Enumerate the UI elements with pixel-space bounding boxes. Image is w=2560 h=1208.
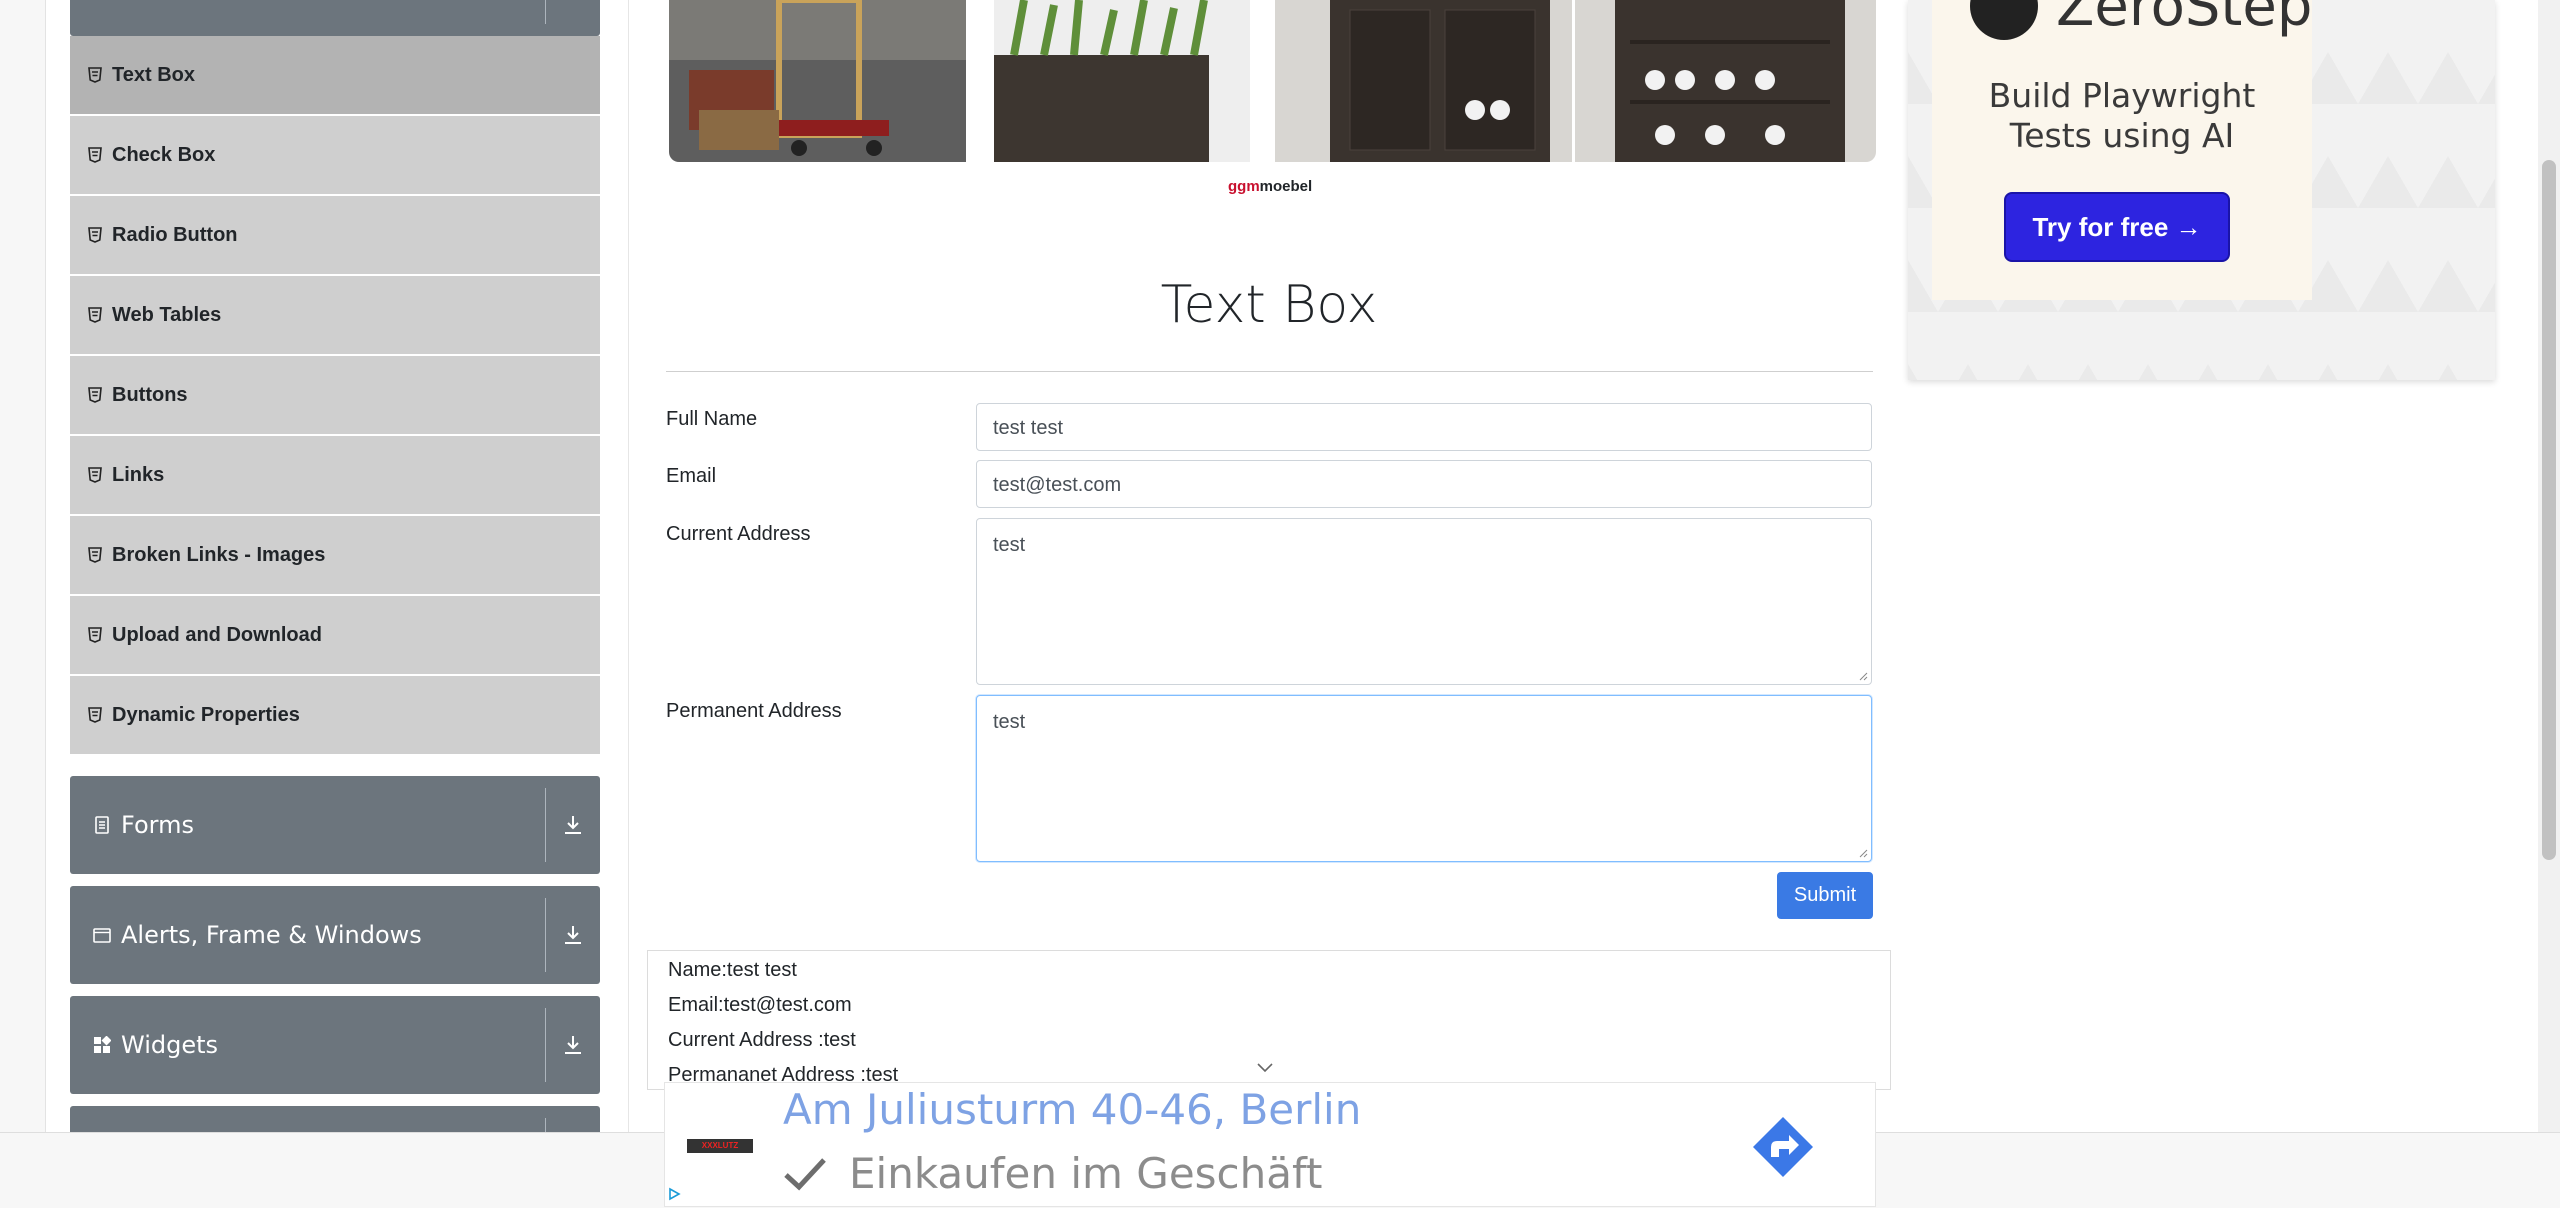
zerostep-headline-line-1: Build Playwright xyxy=(1988,76,2256,115)
permanent-address-textarea[interactable]: test xyxy=(976,695,1872,862)
sidebar-item-check-box[interactable]: Check Box xyxy=(70,116,600,196)
widgets-icon xyxy=(94,1036,111,1053)
ad-logo: XXXLUTZ xyxy=(687,1139,753,1153)
sidebar-item-label: Radio Button xyxy=(112,223,238,246)
left-gutter xyxy=(0,0,46,1207)
full-name-value: test test xyxy=(993,417,1064,439)
ad-brand-label[interactable]: ggmmoebel xyxy=(1228,178,1312,195)
output-email: Email:test@test.com xyxy=(668,994,852,1016)
zerostep-brand: ZeroStep xyxy=(2056,0,2313,39)
sidebar-item-label: Web Tables xyxy=(112,303,222,326)
group-widgets-toggle[interactable] xyxy=(545,1008,600,1082)
sidebar-item-text-box[interactable]: Text Box xyxy=(70,36,600,116)
sidebar-item-label: Dynamic Properties xyxy=(112,703,300,726)
zerostep-ad[interactable]: ZeroStep Build Playwright Tests using AI… xyxy=(1908,0,2495,380)
html5-icon xyxy=(88,707,102,723)
group-label: Alerts, Frame & Windows xyxy=(121,921,422,949)
sidebar-item-links[interactable]: Links xyxy=(70,436,600,516)
current-address-textarea[interactable]: test xyxy=(976,518,1872,685)
full-name-input[interactable]: test test xyxy=(976,403,1872,451)
resize-handle-icon[interactable] xyxy=(1858,671,1868,681)
group-elements-toggle[interactable] xyxy=(545,0,600,24)
sidebar-item-label: Upload and Download xyxy=(112,623,322,646)
form-icon xyxy=(95,816,109,834)
vertical-scrollbar[interactable] xyxy=(2538,0,2560,1132)
html5-icon xyxy=(88,147,102,163)
email-label: Email xyxy=(666,465,717,487)
sidebar-item-label: Broken Links - Images xyxy=(112,543,326,566)
sidebar-item-broken-links[interactable]: Broken Links - Images xyxy=(70,516,600,596)
ad-tagline: Einkaufen im Geschäft xyxy=(783,1149,1323,1198)
permanent-address-value: test xyxy=(993,711,1026,733)
sidebar-item-label: Check Box xyxy=(112,143,216,166)
html5-icon xyxy=(88,67,102,83)
html5-icon xyxy=(88,627,102,643)
group-forms-header[interactable]: Forms xyxy=(70,776,600,874)
chevron-down-icon[interactable] xyxy=(1256,1062,1274,1074)
ad-address: Am Juliusturm 40-46, Berlin xyxy=(783,1085,1362,1134)
sidebar-item-label: Buttons xyxy=(112,383,188,406)
email-input[interactable]: test@test.com xyxy=(976,460,1872,508)
html5-icon xyxy=(88,307,102,323)
group-alerts-toggle[interactable] xyxy=(545,898,600,972)
zerostep-cta-button[interactable]: Try for free → xyxy=(2004,192,2230,262)
banner-ad-images[interactable] xyxy=(669,0,1876,162)
sidebar-item-label: Text Box xyxy=(112,63,195,86)
full-name-label: Full Name xyxy=(666,408,758,430)
download-icon xyxy=(565,926,581,944)
html5-icon xyxy=(88,227,102,243)
output-name: Name:test test xyxy=(668,959,797,981)
sidebar-divider xyxy=(628,0,629,1132)
html5-icon xyxy=(88,547,102,563)
group-elements-header[interactable] xyxy=(70,0,600,36)
luggage-cart-image xyxy=(669,0,966,162)
scrollbar-thumb[interactable] xyxy=(2542,160,2556,860)
bottom-ad[interactable]: XXXLUTZ Am Juliusturm 40-46, Berlin Eink… xyxy=(664,1082,1876,1207)
download-icon xyxy=(565,1036,581,1054)
sidebar-item-upload-download[interactable]: Upload and Download xyxy=(70,596,600,676)
sidebar-item-label: Links xyxy=(112,463,165,486)
group-label: Widgets xyxy=(121,1031,219,1059)
sideboard-image xyxy=(1575,0,1876,162)
sidebar-item-dynamic-properties[interactable]: Dynamic Properties xyxy=(70,676,600,756)
submit-button[interactable]: Submit xyxy=(1777,872,1873,919)
group-alerts-header[interactable]: Alerts, Frame & Windows xyxy=(70,886,600,984)
download-icon xyxy=(565,816,581,834)
html5-icon xyxy=(88,387,102,403)
zerostep-logo-icon xyxy=(1970,0,2038,40)
window-icon xyxy=(93,928,111,943)
brand-black-text: moebel xyxy=(1259,178,1313,195)
current-address-label: Current Address xyxy=(666,523,811,545)
email-value: test@test.com xyxy=(993,474,1122,496)
current-address-value: test xyxy=(993,534,1026,556)
brand-red-text: ggm xyxy=(1228,178,1260,195)
zerostep-headline: Build Playwright Tests using AI xyxy=(1932,76,2312,156)
resize-handle-icon[interactable] xyxy=(1858,848,1868,858)
sidebar-item-web-tables[interactable]: Web Tables xyxy=(70,276,600,356)
directions-icon[interactable] xyxy=(1751,1115,1815,1179)
ad-tagline-text: Einkaufen im Geschäft xyxy=(849,1149,1323,1198)
sidebar-item-radio-button[interactable]: Radio Button xyxy=(70,196,600,276)
output-current-address: Current Address :test xyxy=(668,1029,856,1051)
group-widgets-header[interactable]: Widgets xyxy=(70,996,600,1094)
sidebar-item-buttons[interactable]: Buttons xyxy=(70,356,600,436)
permanent-address-label: Permanent Address xyxy=(666,700,842,722)
page-title: Text Box xyxy=(1160,275,1378,335)
title-divider xyxy=(666,371,1873,372)
adchoices-icon[interactable] xyxy=(667,1187,681,1201)
zerostep-card: ZeroStep Build Playwright Tests using AI… xyxy=(1932,0,2312,300)
zerostep-headline-line-2: Tests using AI xyxy=(2009,116,2235,155)
group-forms-toggle[interactable] xyxy=(545,788,600,862)
group-label: Forms xyxy=(121,811,194,839)
html5-icon xyxy=(88,467,102,483)
cabinet-image xyxy=(1275,0,1572,162)
check-icon xyxy=(784,1157,826,1191)
planter-image xyxy=(994,0,1250,162)
